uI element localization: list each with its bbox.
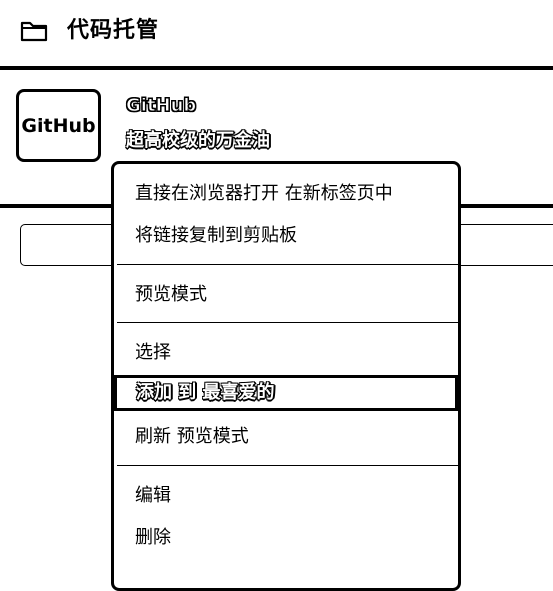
menu-item-delete[interactable]: 删除 (135, 524, 455, 552)
page-title: 代码托管 (67, 18, 160, 43)
menu-item-select[interactable]: 选择 (135, 339, 455, 367)
menu-item-label: 添加 到 最喜爱的 (136, 382, 275, 403)
menu-item-preview-mode[interactable]: 预览模式 (135, 281, 455, 309)
github-logo: GitHub (16, 89, 101, 162)
menu-item-open-in-new-tab[interactable]: 直接在浏览器打开 在新标签页中 (135, 180, 455, 208)
menu-divider (117, 264, 459, 265)
menu-divider (117, 465, 459, 466)
menu-item-copy-link[interactable]: 将链接复制到剪贴板 (135, 222, 455, 250)
app-name: GitHub (125, 95, 197, 117)
folder-icon (20, 21, 48, 42)
menu-item-refresh-preview[interactable]: 刷新 预览模式 (135, 423, 455, 451)
menu-divider (117, 322, 459, 323)
context-menu: 直接在浏览器打开 在新标签页中 将链接复制到剪贴板 预览模式 选择 添加 到 最… (111, 161, 461, 591)
app-description: 超高校级的万金油 (126, 130, 270, 151)
menu-item-edit[interactable]: 编辑 (135, 482, 455, 510)
app-header: 代码托管 (0, 0, 553, 66)
menu-item-add-to-favorites[interactable]: 添加 到 最喜爱的 (114, 375, 458, 411)
